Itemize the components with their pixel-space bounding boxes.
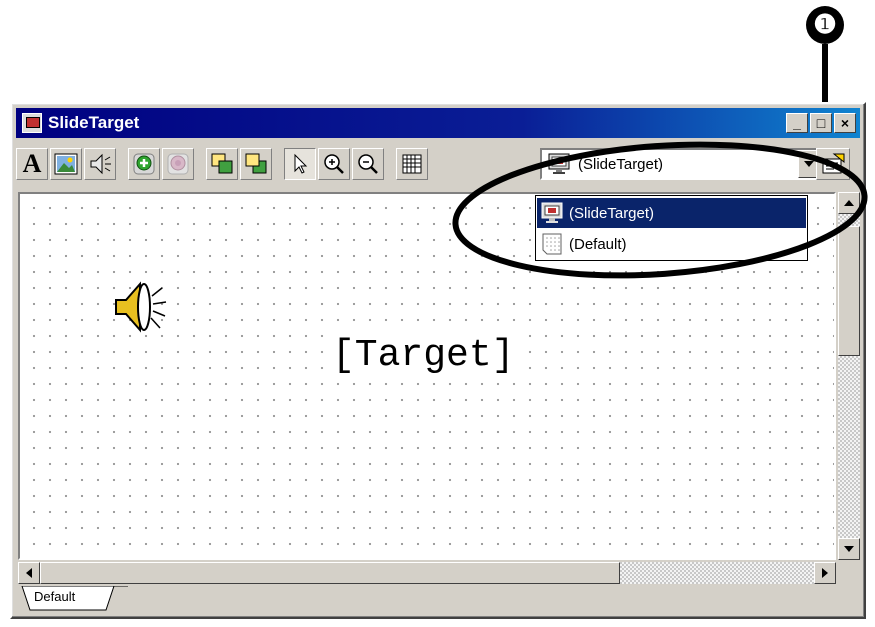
remove-target-icon — [167, 153, 189, 175]
dropdown-option-label: (Default) — [569, 235, 627, 253]
target-dropdown-list: (SlideTarget) (Default) — [535, 195, 808, 261]
bring-forward-button[interactable] — [206, 148, 238, 180]
default-page-icon — [542, 233, 562, 255]
chevron-down-icon — [804, 161, 814, 167]
grid-toggle-button[interactable] — [396, 148, 428, 180]
properties-button[interactable] — [816, 148, 850, 180]
horizontal-scroll-thumb[interactable] — [40, 562, 620, 584]
dropdown-option-label: (SlideTarget) — [569, 204, 655, 222]
target-select-value: (SlideTarget) — [578, 155, 664, 173]
bring-forward-icon — [211, 153, 233, 174]
minimize-button[interactable]: _ — [786, 113, 808, 133]
text-tool-button[interactable]: A — [16, 148, 48, 180]
slide-target-icon — [541, 202, 563, 223]
zoom-out-button[interactable] — [352, 148, 384, 180]
send-backward-button[interactable] — [240, 148, 272, 180]
grid-icon — [402, 154, 422, 174]
speaker-icon — [90, 153, 111, 175]
chevron-right-icon — [822, 568, 828, 578]
vertical-scrollbar[interactable] — [838, 192, 860, 560]
target-select[interactable]: (SlideTarget) — [540, 148, 822, 180]
send-backward-icon — [245, 153, 267, 174]
close-button[interactable]: × — [834, 113, 856, 133]
scroll-down-button[interactable] — [838, 538, 860, 560]
image-tool-button[interactable] — [50, 148, 82, 180]
zoom-out-icon — [358, 154, 378, 174]
scroll-left-button[interactable] — [18, 562, 40, 584]
target-placeholder[interactable]: [Target] — [330, 334, 517, 377]
select-tool-button[interactable] — [284, 148, 316, 180]
image-icon — [54, 153, 78, 175]
sound-object-icon[interactable] — [110, 278, 174, 336]
zoom-in-icon — [324, 154, 344, 174]
chevron-up-icon — [844, 200, 854, 206]
remove-target-button[interactable] — [162, 148, 194, 180]
chevron-left-icon — [26, 568, 32, 578]
sound-tool-button[interactable] — [84, 148, 116, 180]
zoom-in-button[interactable] — [318, 148, 350, 180]
properties-icon — [822, 153, 845, 174]
add-target-button[interactable] — [128, 148, 160, 180]
toolbar: A (SlideTarget) — [16, 144, 860, 184]
title-bar[interactable]: SlideTarget _ □ × — [16, 108, 860, 138]
page-tab-bar: Default — [18, 586, 858, 612]
maximize-button[interactable]: □ — [810, 113, 832, 133]
horizontal-scrollbar[interactable] — [18, 562, 836, 584]
text-tool-icon: A — [22, 149, 42, 178]
dropdown-option-slide-target[interactable]: (SlideTarget) — [537, 198, 806, 228]
scroll-up-button[interactable] — [838, 192, 860, 214]
app-icon — [22, 113, 42, 133]
add-target-icon — [133, 153, 155, 175]
slide-target-icon — [548, 153, 570, 174]
slide-target-window: SlideTarget _ □ × A (SlideTarget) [Targe… — [10, 102, 866, 619]
chevron-down-icon — [844, 546, 854, 552]
scroll-right-button[interactable] — [814, 562, 836, 584]
window-title: SlideTarget — [48, 113, 140, 132]
dropdown-option-default[interactable]: (Default) — [537, 229, 806, 259]
arrow-pointer-icon — [294, 153, 308, 174]
tab-default[interactable]: Default — [34, 589, 75, 604]
vertical-scroll-thumb[interactable] — [838, 226, 860, 356]
